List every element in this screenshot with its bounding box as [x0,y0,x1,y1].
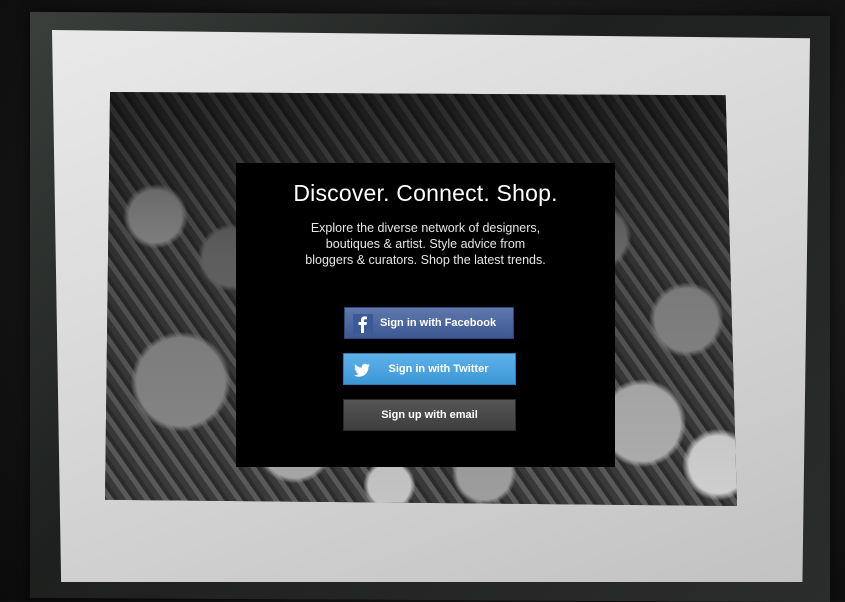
twitter-icon [352,360,372,380]
facebook-signin-button[interactable]: Sign in with Facebook [344,307,514,339]
twitter-signin-button[interactable]: Sign in with Twitter [343,353,516,385]
email-signup-button[interactable]: Sign up with email [343,399,516,431]
email-signup-label: Sign up with email [381,409,478,421]
headline: Discover. Connect. Shop. [293,180,558,206]
facebook-signin-label: Sign in with Facebook [379,317,497,329]
facebook-icon [353,314,373,334]
tagline: Explore the diverse network of designers… [305,221,546,267]
twitter-signin-label: Sign in with Twitter [388,363,489,375]
signin-overlay: Discover. Connect. Shop. Explore the div… [236,163,615,467]
